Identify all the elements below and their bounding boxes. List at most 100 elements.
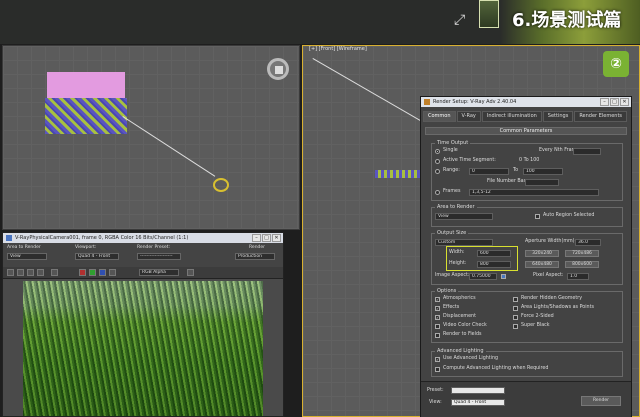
clone-icon[interactable] [27, 269, 34, 276]
compute-advanced-lighting-label: Compute Advanced Lighting when Required [443, 366, 549, 371]
dialog-tabs: Common V-Ray Indirect illumination Setti… [423, 111, 631, 122]
atmospherics-checkbox[interactable]: ✓ [435, 297, 440, 302]
blue-channel-icon[interactable] [99, 269, 106, 276]
window-buttons: – □ ✕ [252, 234, 281, 242]
viewcube-icon[interactable] [267, 58, 289, 80]
area-to-render-select[interactable]: View [7, 253, 47, 260]
render-to-fields-label: Render to Fields [443, 332, 482, 337]
dialog-title: Render Setup: V-Ray Adv 2.40.04 [433, 99, 517, 105]
render-mode-select[interactable]: Production [235, 253, 275, 260]
red-channel-icon[interactable] [79, 269, 86, 276]
view-select[interactable]: Quad 4 - Front [451, 399, 505, 406]
range-radio[interactable] [435, 169, 440, 174]
camera-icon [213, 178, 229, 192]
auto-region-checkbox[interactable] [535, 214, 540, 219]
print-icon[interactable] [37, 269, 44, 276]
file-number-base-input[interactable] [525, 179, 559, 186]
green-channel-icon[interactable] [89, 269, 96, 276]
video-color-check-label: Video Color Check [443, 323, 487, 328]
preset-640x480-button[interactable]: 640x480 [525, 261, 559, 268]
frames-input[interactable]: 1,3,5-12 [469, 189, 599, 196]
channel-select[interactable]: RGB Alpha [139, 269, 179, 276]
video-color-check-checkbox[interactable] [435, 324, 440, 329]
pink-box-object [47, 72, 125, 98]
active-time-segment-label: Active Time Segment: [443, 158, 496, 163]
compute-advanced-lighting-checkbox[interactable] [435, 367, 440, 372]
preset-select[interactable] [451, 387, 505, 394]
single-radio[interactable] [435, 149, 440, 154]
close-button[interactable]: ✕ [620, 98, 629, 106]
preset-800x600-button[interactable]: 800x600 [565, 261, 599, 268]
frame-buffer-title: V-RayPhysicalCamera001, frame 0, RGBA Co… [3, 233, 283, 243]
grass-field-object [45, 98, 127, 134]
frames-radio[interactable] [435, 190, 440, 195]
output-size-select[interactable]: Custom [435, 239, 493, 246]
group-title: Advanced Lighting [435, 348, 486, 354]
viewport-perspective[interactable] [2, 45, 300, 230]
image-aspect-input[interactable]: 0.75000 [469, 273, 497, 280]
frames-label: Frames [443, 189, 461, 194]
use-advanced-lighting-label: Use Advanced Lighting [443, 356, 499, 361]
effects-checkbox[interactable]: ✓ [435, 306, 440, 311]
aperture-width-label: Aperture Width(mm): [525, 239, 577, 244]
display-toggle-icon[interactable] [187, 269, 194, 276]
group-title: Area to Render [435, 204, 477, 210]
rollout-common-parameters[interactable]: Common Parameters [425, 127, 627, 135]
single-label: Single [443, 148, 458, 153]
aperture-width-input[interactable]: 36.0 [575, 239, 601, 246]
area-lights-checkbox[interactable] [513, 306, 518, 311]
minimize-button[interactable]: – [252, 234, 261, 242]
dialog-title-bar: Render Setup: V-Ray Adv 2.40.04 – □ ✕ [421, 97, 631, 107]
preset-320x240-button[interactable]: 320x240 [525, 250, 559, 257]
tab-render-elements[interactable]: Render Elements [574, 111, 628, 122]
top-banner: ⤢ 6.场景测试篇 [0, 0, 640, 44]
tab-settings[interactable]: Settings [542, 111, 574, 122]
tab-common[interactable]: Common [423, 111, 456, 122]
window-icon [424, 99, 430, 105]
force-2-sided-label: Force 2-Sided [521, 314, 554, 319]
viewport-label[interactable]: [+] [Front] [Wireframe] [309, 46, 367, 52]
tab-indirect-illumination[interactable]: Indirect illumination [481, 111, 542, 122]
clear-icon[interactable] [51, 269, 58, 276]
view-label: View: [429, 400, 442, 405]
rendered-grass-image [23, 281, 263, 416]
use-advanced-lighting-checkbox[interactable]: ✓ [435, 357, 440, 362]
save-icon[interactable] [7, 269, 14, 276]
pixel-aspect-input[interactable]: 1.0 [567, 273, 589, 280]
frame-buffer-window: V-RayPhysicalCamera001, frame 0, RGBA Co… [2, 232, 284, 417]
expand-icon[interactable]: ⤢ [454, 12, 470, 28]
super-black-checkbox[interactable] [513, 324, 518, 329]
preset-720x486-button[interactable]: 720x486 [565, 250, 599, 257]
tab-vray[interactable]: V-Ray [456, 111, 481, 122]
render-hidden-geometry-checkbox[interactable] [513, 297, 518, 302]
minimize-button[interactable]: – [600, 98, 609, 106]
displacement-label: Displacement [443, 314, 476, 319]
maximize-button[interactable]: □ [610, 98, 619, 106]
every-nth-frame-input[interactable] [573, 148, 601, 155]
frame-buffer-toolbar: RGB Alpha [3, 267, 283, 279]
close-button[interactable]: ✕ [272, 234, 281, 242]
range-label: Range: [443, 168, 460, 173]
area-to-render-label: Area to Render [7, 245, 41, 250]
displacement-checkbox[interactable]: ✓ [435, 315, 440, 320]
render-preset-select[interactable]: -------------------- [137, 253, 181, 260]
active-time-range: 0 To 100 [519, 158, 540, 163]
range-to-input[interactable]: 100 [523, 168, 563, 175]
window-buttons: – □ ✕ [600, 98, 629, 106]
range-from-input[interactable]: 0 [469, 168, 509, 175]
lock-aspect-icon[interactable] [501, 274, 506, 279]
area-to-render-select[interactable]: View [435, 213, 493, 220]
copy-icon[interactable] [17, 269, 24, 276]
alpha-channel-icon[interactable] [109, 269, 116, 276]
range-to-label: To [513, 168, 519, 173]
viewport-select[interactable]: Quad 4 - Front [75, 253, 119, 260]
maximize-button[interactable]: □ [262, 234, 271, 242]
render-to-fields-checkbox[interactable] [435, 333, 440, 338]
render-setup-dialog: Render Setup: V-Ray Adv 2.40.04 – □ ✕ Co… [420, 96, 632, 417]
auto-region-label: Auto Region Selected [543, 213, 595, 218]
force-2-sided-checkbox[interactable] [513, 315, 518, 320]
active-time-segment-radio[interactable] [435, 159, 440, 164]
preset-label: Preset: [427, 388, 444, 393]
render-button[interactable]: Render [581, 396, 621, 406]
super-black-label: Super Black [521, 323, 550, 328]
